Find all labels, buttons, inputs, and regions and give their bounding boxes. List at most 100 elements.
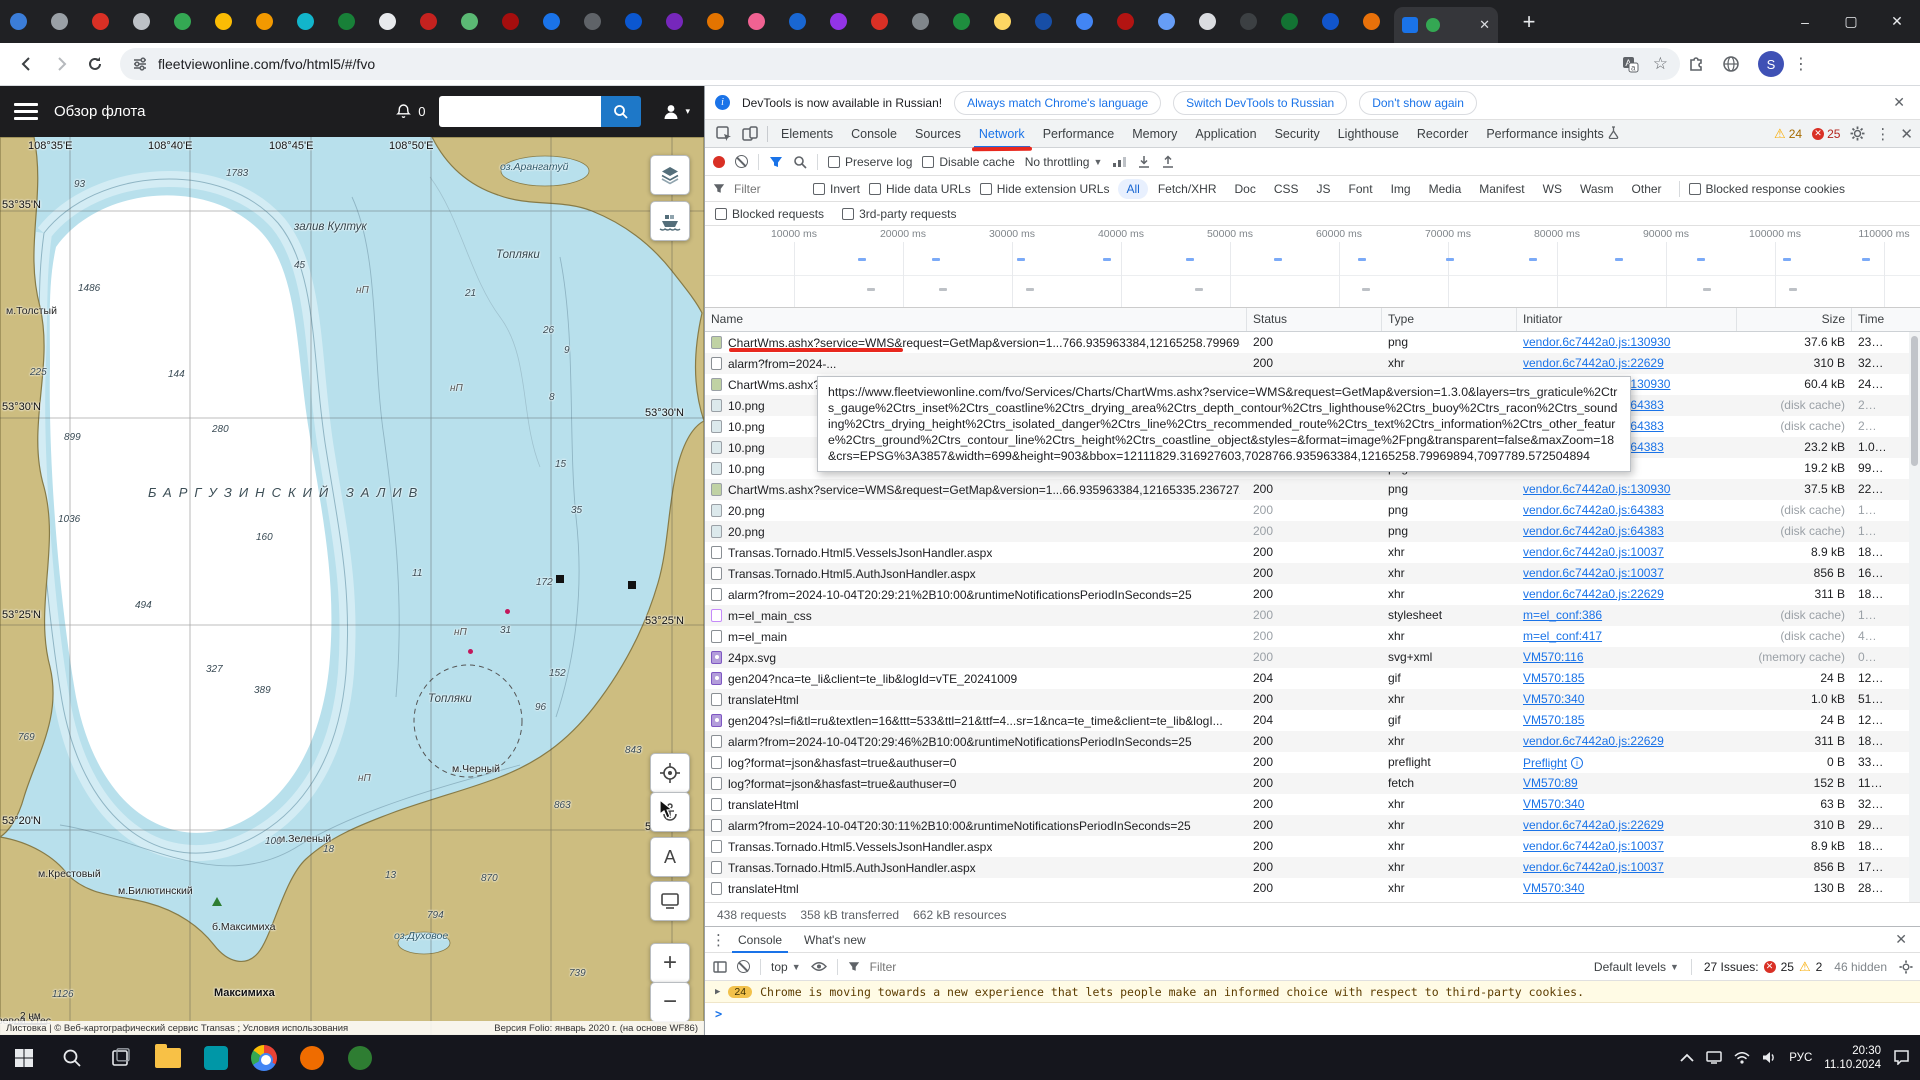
console-settings-icon[interactable] xyxy=(1899,960,1913,974)
devtools-tab-lighthouse[interactable]: Lighthouse xyxy=(1329,120,1408,148)
tab-favicon[interactable] xyxy=(1117,13,1134,30)
hidden-icons-chevron[interactable] xyxy=(1680,1053,1694,1062)
window-minimize-button[interactable]: – xyxy=(1782,0,1828,43)
active-tab[interactable]: ✕ xyxy=(1394,7,1498,43)
notifications[interactable]: 0 xyxy=(395,103,425,120)
console-sidebar-icon[interactable] xyxy=(713,961,727,973)
export-har-icon[interactable] xyxy=(1161,155,1175,169)
network-filter-input[interactable] xyxy=(734,182,804,196)
network-request-row[interactable]: log?format=json&hasfast=true&authuser=02… xyxy=(705,752,1920,773)
devtools-tab-performance-insights[interactable]: Performance insights xyxy=(1477,120,1627,148)
url-text[interactable]: fleetviewonline.com/fvo/html5/#/fvo xyxy=(158,56,375,72)
network-request-row[interactable]: alarm?from=2024-...200xhrvendor.6c7442a0… xyxy=(705,353,1920,374)
profile-avatar[interactable]: S xyxy=(1758,51,1784,77)
tab-favicon[interactable] xyxy=(748,13,765,30)
tab-console[interactable]: Console xyxy=(728,927,792,953)
task-view-icon[interactable] xyxy=(96,1035,144,1080)
devtools-tab-elements[interactable]: Elements xyxy=(772,120,842,148)
filter-chip-other[interactable]: Other xyxy=(1624,179,1670,199)
tab-favicon[interactable] xyxy=(666,13,683,30)
initiator-link[interactable]: VM570:185 xyxy=(1523,668,1730,688)
user-menu[interactable]: ▾ xyxy=(661,102,690,122)
file-explorer-icon[interactable] xyxy=(144,1035,192,1080)
network-request-row[interactable]: ChartWms.ashx?service=WMS&request=GetMap… xyxy=(705,479,1920,500)
initiator-link[interactable]: VM570:340 xyxy=(1523,878,1730,898)
app-orange-icon[interactable] xyxy=(288,1035,336,1080)
tab-favicon[interactable] xyxy=(256,13,273,30)
app-teal-icon[interactable] xyxy=(192,1035,240,1080)
app-green-icon[interactable] xyxy=(336,1035,384,1080)
volume-tray-icon[interactable] xyxy=(1762,1051,1777,1064)
buoy-marker[interactable] xyxy=(505,609,510,614)
tab-favicon[interactable] xyxy=(379,13,396,30)
network-request-row[interactable]: gen204?nca=te_li&client=te_lib&logId=vTE… xyxy=(705,668,1920,689)
console-clear-icon[interactable] xyxy=(737,960,750,973)
tab-favicon[interactable] xyxy=(297,13,314,30)
network-request-row[interactable]: Transas.Tornado.Html5.AuthJsonHandler.as… xyxy=(705,857,1920,878)
vessel-marker[interactable] xyxy=(212,897,222,906)
request-name[interactable]: alarm?from=2024-10-04T20:29:46%2B10:00&r… xyxy=(705,731,1247,752)
tab-favicon[interactable] xyxy=(830,13,847,30)
request-name[interactable]: Transas.Tornado.Html5.VesselsJsonHandler… xyxy=(705,542,1247,563)
zoom-in-button[interactable]: + xyxy=(650,943,690,983)
menu-hamburger-icon[interactable] xyxy=(14,103,38,120)
tab-favicon[interactable] xyxy=(871,13,888,30)
network-request-row[interactable]: translateHtml200xhrVM570:34063 B32… xyxy=(705,794,1920,815)
filter-chip-wasm[interactable]: Wasm xyxy=(1572,179,1622,199)
network-request-row[interactable]: log?format=json&hasfast=true&authuser=02… xyxy=(705,773,1920,794)
hide-extension-urls-checkbox[interactable]: Hide extension URLs xyxy=(980,182,1110,196)
initiator-link[interactable]: vendor.6c7442a0.js:130930 xyxy=(1523,332,1730,352)
layers-button[interactable] xyxy=(650,155,690,195)
tab-favicon[interactable] xyxy=(51,13,68,30)
tab-favicon[interactable] xyxy=(994,13,1011,30)
filter-chip-all[interactable]: All xyxy=(1118,179,1147,199)
tab-favicon[interactable] xyxy=(174,13,191,30)
network-overview-timeline[interactable]: 10000 ms20000 ms30000 ms40000 ms50000 ms… xyxy=(705,226,1920,308)
network-request-row[interactable]: Transas.Tornado.Html5.AuthJsonHandler.as… xyxy=(705,563,1920,584)
warnings-badge[interactable]: ⚠24 xyxy=(1774,126,1802,142)
network-request-row[interactable]: Transas.Tornado.Html5.VesselsJsonHandler… xyxy=(705,836,1920,857)
tab-favicon[interactable] xyxy=(584,13,601,30)
fleet-list-button[interactable] xyxy=(650,201,690,241)
request-name[interactable]: 24px.svg xyxy=(705,647,1247,668)
request-name[interactable]: translateHtml xyxy=(705,794,1247,815)
inspect-element-icon[interactable] xyxy=(711,121,737,147)
column-initiator[interactable]: Initiator xyxy=(1517,308,1737,331)
infobar-close-icon[interactable]: ✕ xyxy=(1887,94,1911,111)
network-tray-icon[interactable] xyxy=(1734,1052,1750,1064)
request-name[interactable]: translateHtml xyxy=(705,878,1247,899)
blocked-response-cookies-checkbox[interactable]: Blocked response cookies xyxy=(1689,182,1845,196)
drawer-menu-icon[interactable]: ⋮ xyxy=(711,931,726,949)
network-request-row[interactable]: 20.png200pngvendor.6c7442a0.js:64383(dis… xyxy=(705,521,1920,542)
devtools-tab-application[interactable]: Application xyxy=(1186,120,1265,148)
initiator-link[interactable]: VM570:89 xyxy=(1523,773,1730,793)
devtools-tab-recorder[interactable]: Recorder xyxy=(1408,120,1477,148)
zoom-out-button[interactable]: − xyxy=(650,982,690,1022)
devtools-menu-icon[interactable]: ⋮ xyxy=(1875,125,1890,143)
display-tray-icon[interactable] xyxy=(1706,1051,1722,1064)
request-name[interactable]: log?format=json&hasfast=true&authuser=0 xyxy=(705,752,1247,773)
request-name[interactable]: alarm?from=2024-10-04T20:30:11%2B10:00&r… xyxy=(705,815,1247,836)
start-button[interactable] xyxy=(0,1035,48,1080)
tab-favicon[interactable] xyxy=(10,13,27,30)
console-prompt[interactable]: > xyxy=(705,1003,1920,1025)
initiator-link[interactable]: VM570:116 xyxy=(1523,647,1730,667)
console-context-dropdown[interactable]: top▼ xyxy=(771,960,801,974)
buoy-marker[interactable] xyxy=(468,649,473,654)
match-language-button[interactable]: Always match Chrome's language xyxy=(954,91,1161,115)
request-name[interactable]: alarm?from=2024-10-04T20:29:21%2B10:00&r… xyxy=(705,584,1247,605)
network-request-row[interactable]: m=el_main_css200stylesheetm=el_conf:386(… xyxy=(705,605,1920,626)
tab-close-icon[interactable]: ✕ xyxy=(1479,17,1490,33)
network-request-row[interactable]: 24px.svg200svg+xmlVM570:116(memory cache… xyxy=(705,647,1920,668)
network-request-row[interactable]: alarm?from=2024-10-04T20:29:46%2B10:00&r… xyxy=(705,731,1920,752)
clear-icon[interactable] xyxy=(735,155,748,168)
record-button[interactable] xyxy=(713,156,725,168)
initiator-link[interactable]: VM570:340 xyxy=(1523,794,1730,814)
tab-favicon[interactable] xyxy=(92,13,109,30)
fleet-search-input[interactable] xyxy=(439,96,601,127)
new-tab-button[interactable]: + xyxy=(1514,9,1544,35)
labels-toggle-button[interactable]: A xyxy=(650,837,690,877)
vessel-marker[interactable] xyxy=(628,581,636,589)
tab-favicon[interactable] xyxy=(1322,13,1339,30)
errors-badge[interactable]: ✕25 xyxy=(1812,127,1840,141)
